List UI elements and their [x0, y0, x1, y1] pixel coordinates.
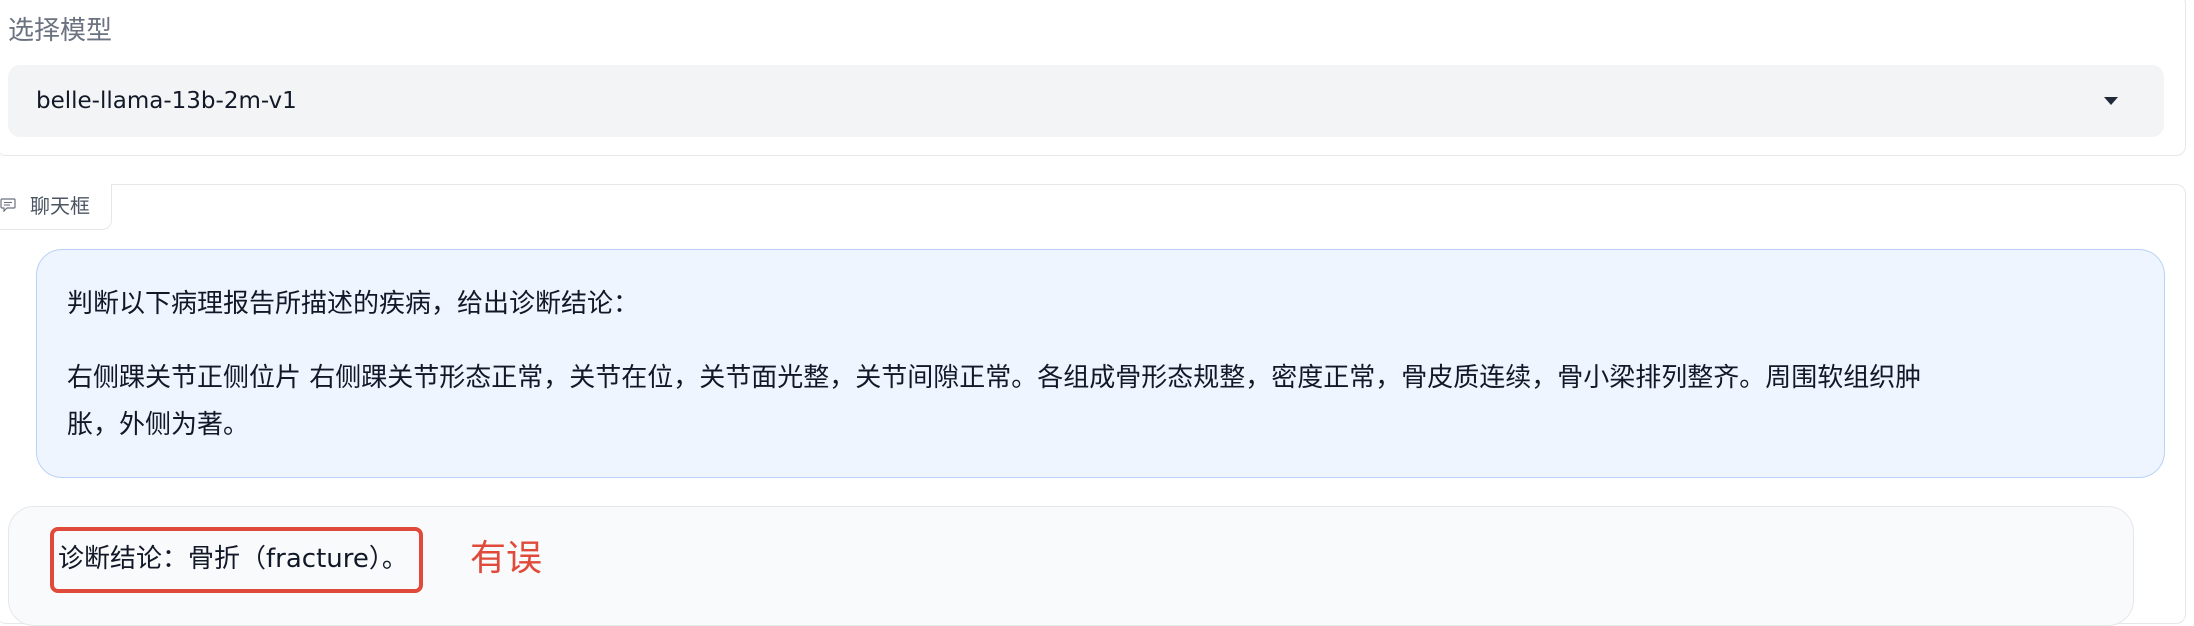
user-message: 判断以下病理报告所描述的疾病，给出诊断结论： 右侧踝关节正侧位片 右侧踝关节形态… — [36, 249, 2165, 478]
model-selector-label: 选择模型 — [8, 16, 113, 46]
error-highlight-box — [50, 527, 423, 593]
chatbox-tag: 聊天框 — [0, 184, 112, 230]
model-dropdown-value: belle-llama-13b-2m-v1 — [36, 88, 297, 114]
model-dropdown[interactable]: belle-llama-13b-2m-v1 — [8, 65, 2164, 137]
user-message-line: 胀，外侧为著。 — [67, 410, 250, 440]
chatbox-tag-label: 聊天框 — [30, 194, 90, 218]
chevron-down-icon[interactable] — [2104, 97, 2118, 105]
user-message-line: 判断以下病理报告所描述的疾病，给出诊断结论： — [67, 289, 640, 319]
chat-bubble-icon — [0, 198, 16, 212]
error-annotation: 有误 — [470, 538, 543, 579]
user-message-line: 右侧踝关节正侧位片 右侧踝关节形态正常，关节在位，关节面光整，关节间隙正常。各组… — [67, 363, 1922, 393]
